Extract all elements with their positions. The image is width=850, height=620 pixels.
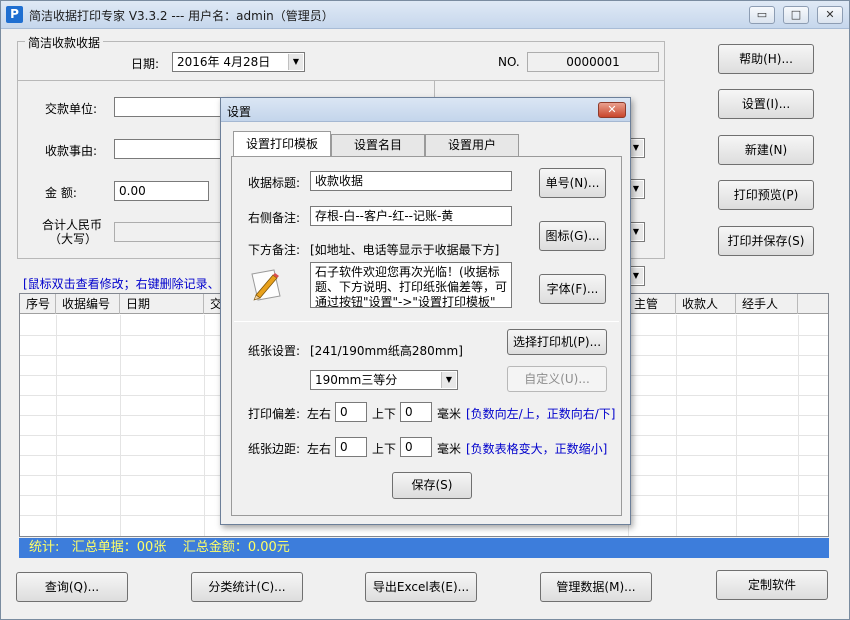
column-header[interactable]: 收款人 [676, 294, 736, 314]
bottom-note-hint: [如地址、电话等显示于收据最下方] [310, 243, 500, 257]
dialog-title: 设置 [227, 105, 252, 119]
filter-combo[interactable]: ▼ [629, 266, 645, 286]
form-divider [17, 80, 665, 81]
receipt-group-title: 简洁收款收据 [25, 34, 104, 51]
column-header[interactable]: 收据编号 [56, 294, 120, 314]
chevron-down-icon[interactable]: ▼ [630, 224, 643, 240]
save-button[interactable]: 保存(S) [392, 472, 472, 499]
offset-lr-label: 左右 [307, 407, 332, 421]
window-title: 简洁收据打印专家 V3.3.2 --- 用户名：admin（管理员） [29, 9, 334, 23]
chevron-down-icon[interactable]: ▼ [630, 268, 643, 284]
export-excel-button[interactable]: 导出Excel表(E)... [365, 572, 477, 602]
main-window: P 简洁收据打印专家 V3.3.2 --- 用户名：admin（管理员） ▭ □… [0, 0, 850, 620]
bottom-note-textarea[interactable]: 石子软件欢迎您再次光临！(收据标题、下方说明、打印纸张偏差等，可通过按钮"设置"… [310, 262, 512, 308]
bottom-note-label: 下方备注: [248, 243, 301, 257]
rmb-label-uppercase: （大写） [49, 232, 98, 246]
tab-print-template[interactable]: 设置打印模板 [233, 131, 331, 157]
panel-separator [234, 321, 619, 322]
print-save-button[interactable]: 打印并保存(S) [718, 226, 814, 256]
dialog-close-button[interactable]: ✕ [598, 102, 626, 118]
grid-hint: [鼠标双击查看修改；右键删除记录、 [23, 277, 220, 291]
settings-dialog: 设置 ✕ 设置打印模板 设置名目 设置用户 收据标题: 收款收据 右侧备注: 存… [220, 97, 631, 525]
receipt-title-label: 收据标题: [248, 176, 301, 190]
margin-hint: [负数表格变大，正数缩小] [466, 442, 608, 456]
paper-margin-label: 纸张边距: [248, 442, 301, 456]
print-template-panel: 收据标题: 收款收据 右侧备注: 存根-白--客户-红--记账-黄 下方备注: … [231, 156, 622, 516]
close-button[interactable]: ✕ [817, 6, 843, 24]
offset-ud-label: 上下 [372, 407, 397, 421]
new-button[interactable]: 新建(N) [718, 135, 814, 165]
margin-lr-label: 左右 [307, 442, 332, 456]
chevron-down-icon[interactable]: ▼ [288, 54, 303, 70]
margin-lr-input[interactable]: 0 [335, 437, 367, 457]
paper-select-value: 190mm三等分 [315, 373, 398, 387]
title-bar[interactable]: P 简洁收据打印专家 V3.3.2 --- 用户名：admin（管理员） ▭ □… [1, 1, 849, 29]
receipt-number-field: 0000001 [527, 52, 659, 72]
minimize-button[interactable]: ▭ [749, 6, 775, 24]
right-note-label: 右侧备注: [248, 211, 301, 225]
tab-categories[interactable]: 设置名目 [331, 134, 425, 156]
amount-input[interactable]: 0.00 [114, 181, 209, 201]
manage-data-button[interactable]: 管理数据(M)... [540, 572, 652, 602]
paper-info: [241/190mm纸高280mm] [310, 344, 463, 358]
cashier-combo[interactable]: ▼ [629, 179, 645, 199]
right-note-input[interactable]: 存根-白--客户-红--记账-黄 [310, 206, 512, 226]
offset-hint: [负数向左/上，正数向右/下] [466, 407, 616, 421]
print-offset-label: 打印偏差: [248, 407, 301, 421]
number-button[interactable]: 单号(N)... [539, 168, 606, 198]
margin-ud-input[interactable]: 0 [400, 437, 432, 457]
offset-lr-input[interactable]: 0 [335, 402, 367, 422]
paper-label: 纸张设置: [248, 344, 301, 358]
date-value: 2016年 4月28日 [177, 55, 271, 69]
payer-input[interactable] [114, 97, 224, 117]
reason-input[interactable] [114, 139, 224, 159]
custom-paper-button: 自定义(U)... [507, 366, 607, 392]
help-button[interactable]: 帮助(H)... [718, 44, 814, 74]
no-label: NO. [498, 55, 520, 69]
chevron-down-icon[interactable]: ▼ [441, 372, 456, 388]
column-header[interactable]: 主管 [628, 294, 676, 314]
date-label: 日期: [131, 57, 160, 71]
summary-status-bar: 统计: 汇总单据：00张 汇总金额：0.00元 [19, 538, 829, 558]
column-header[interactable]: 序号 [20, 294, 56, 314]
offset-mm-label: 毫米 [437, 407, 462, 421]
column-header[interactable]: 日期 [120, 294, 204, 314]
app-logo-icon: P [6, 6, 23, 23]
margin-mm-label: 毫米 [437, 442, 462, 456]
print-preview-button[interactable]: 打印预览(P) [718, 180, 814, 210]
payer-label: 交款单位: [45, 102, 98, 116]
margin-ud-label: 上下 [372, 442, 397, 456]
chevron-down-icon[interactable]: ▼ [630, 181, 643, 197]
font-button[interactable]: 字体(F)... [539, 274, 606, 304]
select-printer-button[interactable]: 选择打印机(P)... [507, 329, 607, 355]
query-button[interactable]: 查询(Q)... [16, 572, 128, 602]
rmb-uppercase-field [114, 222, 224, 242]
reason-label: 收款事由: [45, 144, 98, 158]
receipt-title-input[interactable]: 收款收据 [310, 171, 512, 191]
manager-combo[interactable]: ▼ [629, 222, 645, 242]
dialog-title-bar[interactable]: 设置 ✕ [221, 98, 630, 122]
settings-button[interactable]: 设置(I)... [718, 89, 814, 119]
chevron-down-icon[interactable]: ▼ [630, 140, 643, 156]
custom-software-button[interactable]: 定制软件 [716, 570, 828, 600]
pencil-icon [251, 269, 281, 301]
icon-button[interactable]: 图标(G)... [539, 221, 606, 251]
column-header[interactable]: 经手人 [736, 294, 798, 314]
tab-users[interactable]: 设置用户 [425, 134, 519, 156]
date-picker[interactable]: 2016年 4月28日 ▼ [172, 52, 305, 72]
offset-ud-input[interactable]: 0 [400, 402, 432, 422]
maximize-button[interactable]: □ [783, 6, 809, 24]
amount-label: 金 额: [45, 186, 77, 200]
paper-select[interactable]: 190mm三等分 ▼ [310, 370, 458, 390]
category-stats-button[interactable]: 分类统计(C)... [191, 572, 303, 602]
handler-combo[interactable]: ▼ [629, 138, 645, 158]
